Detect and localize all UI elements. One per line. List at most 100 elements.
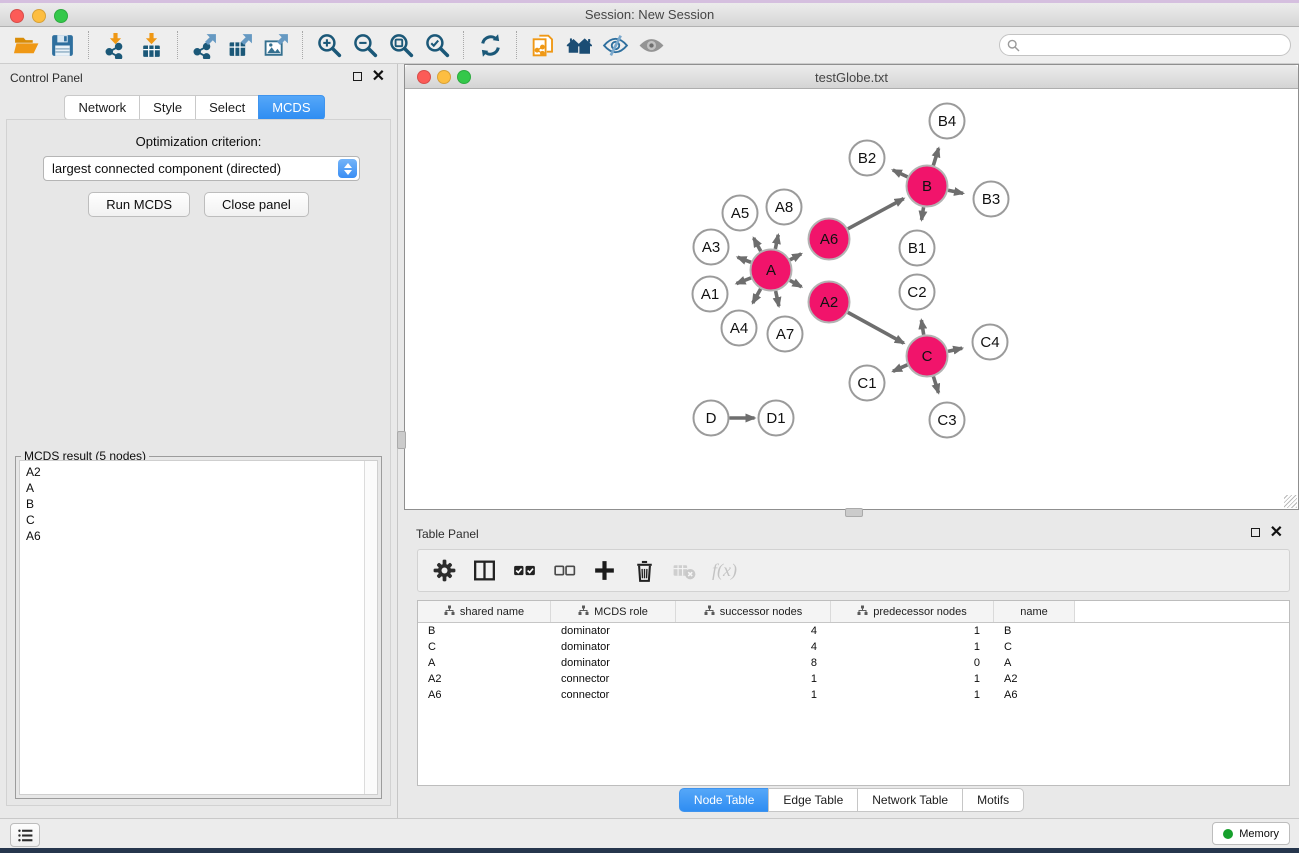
mcds-result-item[interactable]: B	[26, 496, 377, 512]
tab-motifs[interactable]: Motifs	[962, 788, 1024, 812]
criterion-select[interactable]: largest connected component (directed)	[43, 156, 360, 181]
float-panel-icon[interactable]	[353, 72, 362, 81]
result-scrollbar[interactable]	[364, 461, 377, 794]
cell-predecessor-nodes[interactable]: 1	[831, 625, 994, 637]
node-A7[interactable]: A7	[768, 317, 803, 352]
cell-name[interactable]: A6	[994, 689, 1075, 701]
cell-name[interactable]: B	[994, 625, 1075, 637]
cell-predecessor-nodes[interactable]: 1	[831, 689, 994, 701]
cell-successor-nodes[interactable]: 1	[676, 689, 831, 701]
node-A8[interactable]: A8	[767, 190, 802, 225]
edge-B-B2[interactable]	[893, 170, 908, 177]
edge-A-A7[interactable]	[776, 291, 779, 306]
mcds-result-item[interactable]: A	[26, 480, 377, 496]
cell-predecessor-nodes[interactable]: 0	[831, 657, 994, 669]
cell-successor-nodes[interactable]: 4	[676, 625, 831, 637]
edge-A-A4[interactable]	[753, 289, 761, 303]
cell-MCDS-role[interactable]: connector	[551, 689, 676, 701]
node-B1[interactable]: B1	[900, 231, 935, 266]
node-C[interactable]: C	[907, 336, 948, 377]
deselect-all-button[interactable]	[546, 554, 583, 588]
cell-shared-name[interactable]: C	[418, 641, 551, 653]
node-B4[interactable]: B4	[930, 104, 965, 139]
edge-C-C1[interactable]	[893, 365, 907, 371]
edge-A-A5[interactable]	[754, 238, 761, 251]
edge-A-A2[interactable]	[790, 280, 802, 286]
edge-A2-C[interactable]	[848, 312, 904, 343]
cell-predecessor-nodes[interactable]: 1	[831, 673, 994, 685]
node-C3[interactable]: C3	[930, 403, 965, 438]
import-table-button[interactable]	[133, 30, 169, 60]
node-D[interactable]: D	[694, 401, 729, 436]
node-A1[interactable]: A1	[693, 277, 728, 312]
mcds-result-item[interactable]: C	[26, 512, 377, 528]
node-A5[interactable]: A5	[723, 196, 758, 231]
horizontal-scroll-thumb[interactable]	[845, 508, 863, 517]
memory-button[interactable]: Memory	[1212, 822, 1290, 845]
settings-button[interactable]	[426, 554, 463, 588]
show-graphics-button[interactable]	[633, 30, 669, 60]
node-B3[interactable]: B3	[974, 182, 1009, 217]
column-header-predecessor-nodes[interactable]: predecessor nodes	[831, 601, 994, 622]
node-A3[interactable]: A3	[694, 230, 729, 265]
close-panel-button[interactable]: Close panel	[204, 192, 309, 217]
cell-MCDS-role[interactable]: dominator	[551, 641, 676, 653]
zoom-out-button[interactable]	[347, 30, 383, 60]
hide-graphics-button[interactable]	[597, 30, 633, 60]
edge-C-C4[interactable]	[948, 348, 962, 351]
cell-name[interactable]: A2	[994, 673, 1075, 685]
import-network-button[interactable]	[97, 30, 133, 60]
edge-A6-B[interactable]	[848, 199, 904, 229]
tab-style[interactable]: Style	[139, 95, 195, 120]
run-mcds-button[interactable]: Run MCDS	[88, 192, 190, 217]
edge-B-B3[interactable]	[948, 190, 963, 193]
table-row[interactable]: Bdominator41B	[418, 623, 1289, 639]
column-header-MCDS-role[interactable]: MCDS role	[551, 601, 676, 622]
column-header-successor-nodes[interactable]: successor nodes	[676, 601, 831, 622]
column-header-shared-name[interactable]: shared name	[418, 601, 551, 622]
cell-shared-name[interactable]: B	[418, 625, 551, 637]
table-row[interactable]: A2connector11A2	[418, 671, 1289, 687]
mcds-result-item[interactable]: A2	[26, 464, 377, 480]
node-D1[interactable]: D1	[759, 401, 794, 436]
split-panel-button[interactable]	[466, 554, 503, 588]
table-close-panel-icon[interactable]: ✕	[1270, 527, 1283, 538]
edge-C-C2[interactable]	[921, 320, 923, 335]
close-panel-icon[interactable]: ✕	[372, 71, 385, 82]
cell-MCDS-role[interactable]: dominator	[551, 625, 676, 637]
export-table-button[interactable]	[222, 30, 258, 60]
cell-successor-nodes[interactable]: 1	[676, 673, 831, 685]
tab-node-table[interactable]: Node Table	[679, 788, 769, 812]
edge-A-A3[interactable]	[738, 257, 751, 262]
zoom-fit-button[interactable]	[383, 30, 419, 60]
cell-successor-nodes[interactable]: 4	[676, 641, 831, 653]
export-network-button[interactable]	[186, 30, 222, 60]
edge-A-A1[interactable]	[737, 278, 751, 284]
zoom-selected-button[interactable]	[419, 30, 455, 60]
node-A2[interactable]: A2	[809, 282, 850, 323]
delete-column-button[interactable]	[626, 554, 663, 588]
add-column-button[interactable]	[586, 554, 623, 588]
cell-shared-name[interactable]: A2	[418, 673, 551, 685]
cell-name[interactable]: C	[994, 641, 1075, 653]
cell-successor-nodes[interactable]: 8	[676, 657, 831, 669]
tab-network-table[interactable]: Network Table	[857, 788, 962, 812]
table-row[interactable]: A6connector11A6	[418, 687, 1289, 703]
vertical-scroll-thumb[interactable]	[397, 431, 406, 449]
cell-shared-name[interactable]: A6	[418, 689, 551, 701]
tab-network[interactable]: Network	[64, 95, 139, 120]
mcds-result-item[interactable]: A6	[26, 528, 377, 544]
edge-B-B4[interactable]	[933, 148, 938, 165]
node-C4[interactable]: C4	[973, 325, 1008, 360]
column-header-name[interactable]: name	[994, 601, 1075, 622]
table-row[interactable]: Adominator80A	[418, 655, 1289, 671]
export-image-button[interactable]	[258, 30, 294, 60]
zoom-in-button[interactable]	[311, 30, 347, 60]
node-B[interactable]: B	[907, 166, 948, 207]
cell-MCDS-role[interactable]: connector	[551, 673, 676, 685]
edge-A-A8[interactable]	[775, 235, 778, 249]
cell-MCDS-role[interactable]: dominator	[551, 657, 676, 669]
save-session-button[interactable]	[44, 30, 80, 60]
node-A[interactable]: A	[751, 250, 792, 291]
node-C2[interactable]: C2	[900, 275, 935, 310]
